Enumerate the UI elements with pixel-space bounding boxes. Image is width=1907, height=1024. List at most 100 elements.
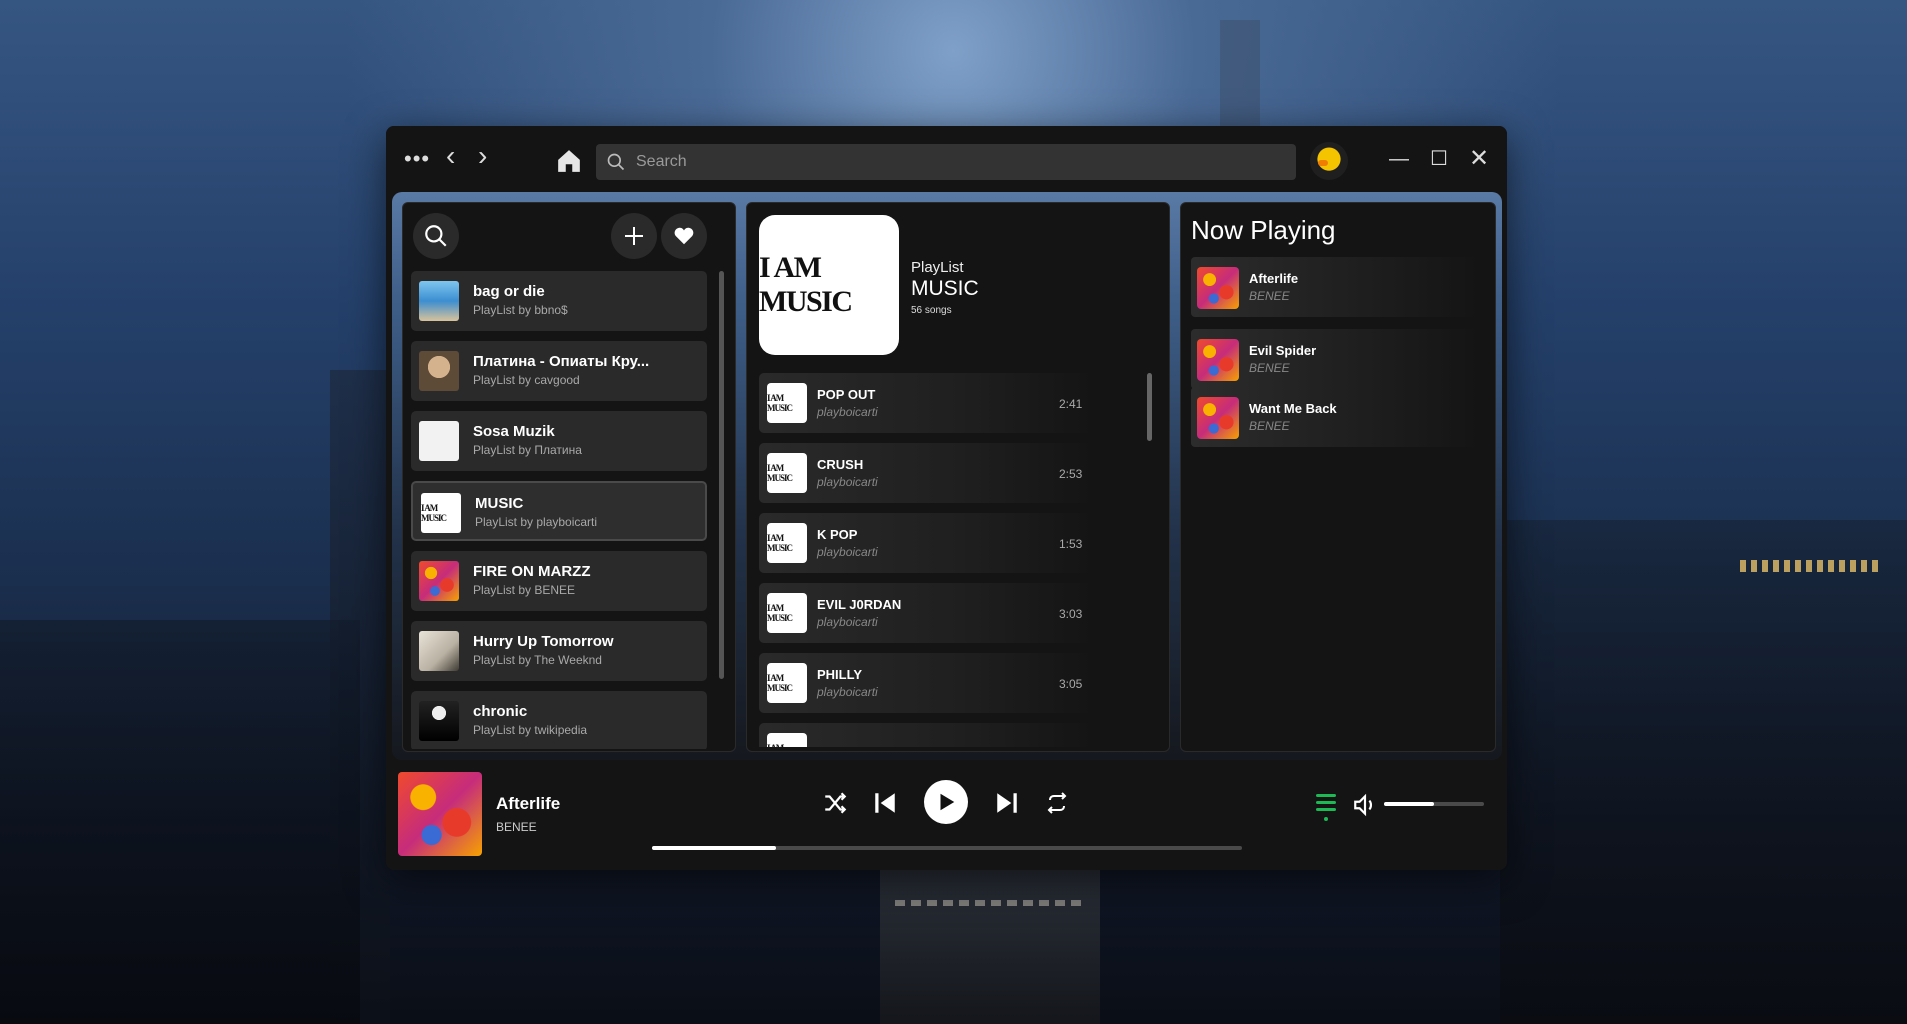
- now-playing-artist: BENEE: [1249, 289, 1290, 303]
- back-button[interactable]: ‹: [446, 140, 455, 172]
- now-playing-item[interactable]: Want Me Back BENEE: [1191, 387, 1481, 447]
- maximize-button[interactable]: ☐: [1424, 144, 1454, 174]
- plus-icon: [625, 227, 643, 245]
- track-duration: 2:53: [1059, 467, 1083, 481]
- search-icon: [607, 153, 625, 171]
- playlist-title: MUSIC: [911, 277, 979, 300]
- current-track-cover[interactable]: [398, 772, 482, 856]
- track-title: PHILLY: [817, 667, 863, 682]
- track-list: I AM MUSIC POP OUT playboicarti 2:41 I AM MU…: [759, 373, 1145, 747]
- wallpaper-building: [0, 620, 360, 1024]
- volume-slider-fill: [1384, 802, 1434, 806]
- library-item[interactable]: Hurry Up Tomorrow PlayList by The Weeknd: [411, 621, 707, 681]
- wallpaper-building: [1500, 520, 1907, 1024]
- track-row[interactable]: I AM MUSIC EVIL J0RDAN playboicarti 3:03: [759, 583, 1095, 643]
- next-button[interactable]: [992, 788, 1022, 818]
- track-duration: 3:05: [1059, 677, 1083, 691]
- search-icon: [425, 225, 447, 247]
- home-icon[interactable]: [556, 148, 582, 174]
- library-item-title: FIRE ON MARZZ: [473, 563, 591, 580]
- playback-progress-fill: [652, 846, 776, 850]
- volume-icon[interactable]: [1352, 792, 1378, 818]
- playlist-cover-thumb: [419, 351, 459, 391]
- title-bar: ••• ‹ › — ☐ ✕: [386, 126, 1507, 192]
- now-playing-title: Want Me Back: [1249, 401, 1337, 416]
- library-item[interactable]: I AM MUSIC MUSIC PlayList by playboicarti: [411, 481, 707, 541]
- previous-button[interactable]: [870, 788, 900, 818]
- library-item-title: Hurry Up Tomorrow: [473, 633, 614, 650]
- now-playing-artist: BENEE: [1249, 419, 1290, 433]
- playlist-cover-thumb: [419, 561, 459, 601]
- minimize-button[interactable]: —: [1384, 144, 1414, 174]
- track-artist: playboicarti: [817, 545, 878, 559]
- track-row[interactable]: I AM MUSIC PHILLY playboicarti 3:05: [759, 653, 1095, 713]
- track-row[interactable]: I AM MUSIC: [759, 723, 1095, 747]
- library-item[interactable]: chronic PlayList by twikipedia: [411, 691, 707, 749]
- now-playing-heading: Now Playing: [1191, 215, 1336, 245]
- playlist-cover: I AM MUSIC: [759, 215, 899, 355]
- close-button[interactable]: ✕: [1464, 144, 1494, 174]
- queue-icon[interactable]: [1314, 792, 1338, 822]
- create-playlist-button[interactable]: [611, 213, 657, 259]
- more-options-button[interactable]: •••: [404, 146, 430, 172]
- playlist-cover-thumb: [419, 701, 459, 741]
- track-title: EVIL J0RDAN: [817, 597, 902, 612]
- library-scrollbar[interactable]: [719, 271, 724, 679]
- playlist-panel: I AM MUSIC PlayList MUSIC 56 songs I AM …: [746, 202, 1170, 752]
- skip-forward-icon: [997, 793, 1017, 813]
- track-cover: [1197, 397, 1239, 439]
- track-row[interactable]: I AM MUSIC CRUSH playboicarti 2:53: [759, 443, 1095, 503]
- shuffle-button[interactable]: [820, 788, 850, 818]
- volume-slider[interactable]: [1384, 802, 1484, 806]
- library-item-subtitle: PlayList by playboicarti: [475, 515, 598, 529]
- playlist-cover-thumb: [419, 631, 459, 671]
- skip-back-icon: [875, 793, 895, 813]
- search-input[interactable]: [636, 144, 1286, 180]
- playlist-cover-thumb: [419, 421, 459, 461]
- liked-songs-button[interactable]: [661, 213, 707, 259]
- repeat-button[interactable]: [1042, 788, 1072, 818]
- user-avatar[interactable]: [1310, 142, 1348, 180]
- shuffle-icon: [825, 792, 847, 814]
- library-item[interactable]: bag or die PlayList by bbno$: [411, 271, 707, 331]
- track-list-scrollbar[interactable]: [1147, 373, 1152, 441]
- library-item-subtitle: PlayList by Платина: [473, 443, 582, 457]
- track-row[interactable]: I AM MUSIC POP OUT playboicarti 2:41: [759, 373, 1095, 433]
- playback-progress-bar[interactable]: [652, 846, 1242, 850]
- track-title: CRUSH: [817, 457, 864, 472]
- play-button[interactable]: [924, 780, 968, 824]
- track-duration: 1:53: [1059, 537, 1083, 551]
- current-track-artist[interactable]: BENEE: [496, 820, 537, 834]
- forward-button[interactable]: ›: [478, 140, 487, 172]
- track-artist: playboicarti: [817, 405, 878, 419]
- track-cover: I AM MUSIC: [767, 523, 807, 563]
- track-title: POP OUT: [817, 387, 876, 402]
- library-item[interactable]: Платина - Опиаты Кру... PlayList by cavgo…: [411, 341, 707, 401]
- search-bar[interactable]: [596, 144, 1296, 180]
- current-track-title[interactable]: Afterlife: [496, 794, 560, 814]
- now-playing-artist: BENEE: [1249, 361, 1290, 375]
- library-search-button[interactable]: [413, 213, 459, 259]
- library-item[interactable]: Sosa Muzik PlayList by Платина: [411, 411, 707, 471]
- library-item-title: Sosa Muzik: [473, 423, 555, 440]
- now-playing-title: Evil Spider: [1249, 343, 1317, 358]
- heart-icon: [674, 227, 694, 245]
- track-cover: I AM MUSIC: [767, 453, 807, 493]
- library-item-subtitle: PlayList by The Weeknd: [473, 653, 602, 667]
- music-app-window: ••• ‹ › — ☐ ✕: [386, 126, 1507, 870]
- now-playing-item[interactable]: Afterlife BENEE: [1191, 257, 1481, 317]
- playlist-song-count: 56 songs: [911, 305, 952, 316]
- track-row[interactable]: I AM MUSIC K POP playboicarti 1:53: [759, 513, 1095, 573]
- track-artist: playboicarti: [817, 685, 878, 699]
- library-item[interactable]: FIRE ON MARZZ PlayList by BENEE: [411, 551, 707, 611]
- playlist-type: PlayList: [911, 259, 964, 276]
- play-icon: [940, 793, 955, 811]
- now-playing-item[interactable]: Evil Spider BENEE: [1191, 329, 1481, 389]
- library-item-subtitle: PlayList by twikipedia: [473, 723, 588, 737]
- track-cover: I AM MUSIC: [767, 733, 807, 747]
- track-cover: I AM MUSIC: [767, 383, 807, 423]
- main-content: bag or die PlayList by bbno$ Платина - Опи…: [392, 192, 1502, 760]
- track-cover: [1197, 339, 1239, 381]
- library-item-title: Платина - Опиаты Кру...: [473, 353, 650, 370]
- now-playing-panel: Now Playing Afterlife BENEE Evil Spider BEN…: [1180, 202, 1496, 752]
